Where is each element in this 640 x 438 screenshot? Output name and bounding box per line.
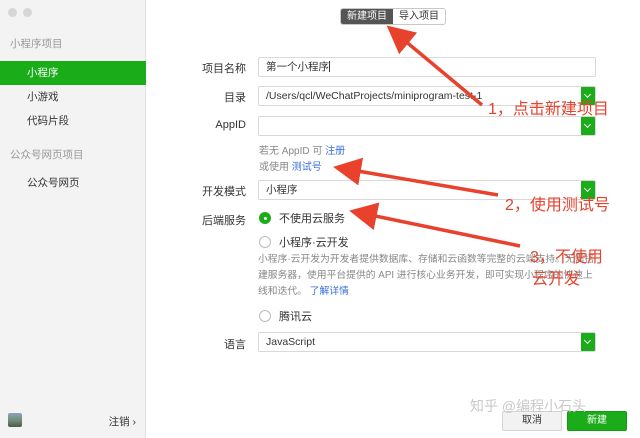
project-name-label: 项目名称 [202, 63, 246, 75]
dev-mode-label: 开发模式 [202, 186, 246, 198]
language-select[interactable]: JavaScript [258, 332, 596, 352]
radio-dot [259, 236, 271, 248]
appid-hint-text-2: 或使用 [259, 162, 289, 173]
tab-new-project[interactable]: 新建项目 [341, 9, 393, 24]
language-label: 语言 [224, 339, 246, 351]
register-link[interactable]: 注册 [325, 146, 345, 157]
learn-more-link[interactable]: 了解详情 [310, 286, 349, 297]
radio-no-cloud[interactable]: 不使用云服务 [259, 210, 345, 226]
appid-register-hint: 若无 AppID 可 注册 [259, 142, 345, 157]
main-panel: 新建项目 导入项目 项目名称 第一个小程序 目录 /Users/qcl/WeCh… [146, 0, 640, 438]
project-name-input[interactable]: 第一个小程序 [258, 57, 596, 77]
radio-cloud-dev[interactable]: 小程序·云开发 [259, 234, 349, 250]
sidebar-item-code-snippet[interactable]: 代码片段 [0, 109, 146, 133]
annotation-step3-line1: 3，不使用 [530, 249, 603, 266]
group-title-official-account: 公众号网页项目 [10, 149, 84, 161]
radio-dot [259, 310, 271, 322]
text-cursor [329, 61, 330, 72]
close-window-button[interactable] [8, 8, 17, 17]
test-account-link[interactable]: 测试号 [292, 162, 322, 173]
sidebar: 小程序项目 小程序 小游戏 代码片段 公众号网页项目 公众号网页 注销 › [0, 0, 146, 438]
directory-value: /Users/qcl/WeChatProjects/miniprogram-te… [266, 90, 483, 102]
sidebar-item-official-account-web[interactable]: 公众号网页 [0, 171, 146, 195]
language-value: JavaScript [266, 336, 316, 348]
radio-cloud-dev-label: 小程序·云开发 [279, 237, 349, 249]
appid-input[interactable] [258, 116, 596, 136]
directory-label: 目录 [224, 92, 246, 104]
dev-mode-value: 小程序 [266, 184, 298, 196]
sidebar-item-minigame[interactable]: 小游戏 [0, 85, 146, 109]
appid-hint-text: 若无 AppID 可 [259, 146, 323, 157]
avatar[interactable] [8, 413, 22, 427]
minimize-window-button[interactable] [23, 8, 32, 17]
sidebar-item-miniprogram[interactable]: 小程序 [0, 61, 146, 85]
annotation-step2: 2，使用测试号 [505, 197, 610, 214]
radio-tencent-cloud[interactable]: 腾讯云 [259, 308, 312, 324]
project-type-tabs: 新建项目 导入项目 [340, 8, 446, 25]
watermark: 知乎 @编程小石头 [470, 398, 587, 414]
appid-test-hint: 或使用 测试号 [259, 158, 322, 173]
project-name-value: 第一个小程序 [266, 61, 329, 73]
tab-import-project[interactable]: 导入项目 [393, 9, 445, 24]
radio-tencent-cloud-label: 腾讯云 [279, 311, 312, 323]
group-title-miniprogram: 小程序项目 [10, 38, 63, 50]
backend-label: 后端服务 [202, 215, 246, 227]
appid-label: AppID [215, 119, 246, 131]
sidebar-footer: 注销 › [0, 408, 146, 438]
logout-button[interactable]: 注销 › [109, 414, 136, 429]
radio-dot-checked [259, 212, 271, 224]
annotation-step3-line2: 云开发 [532, 271, 581, 288]
annotation-step1: 1，点击新建项目 [488, 101, 609, 118]
window-controls [8, 8, 32, 17]
appid-dropdown-icon[interactable] [581, 117, 595, 135]
radio-no-cloud-label: 不使用云服务 [279, 213, 345, 225]
language-dropdown-icon[interactable] [581, 333, 595, 351]
